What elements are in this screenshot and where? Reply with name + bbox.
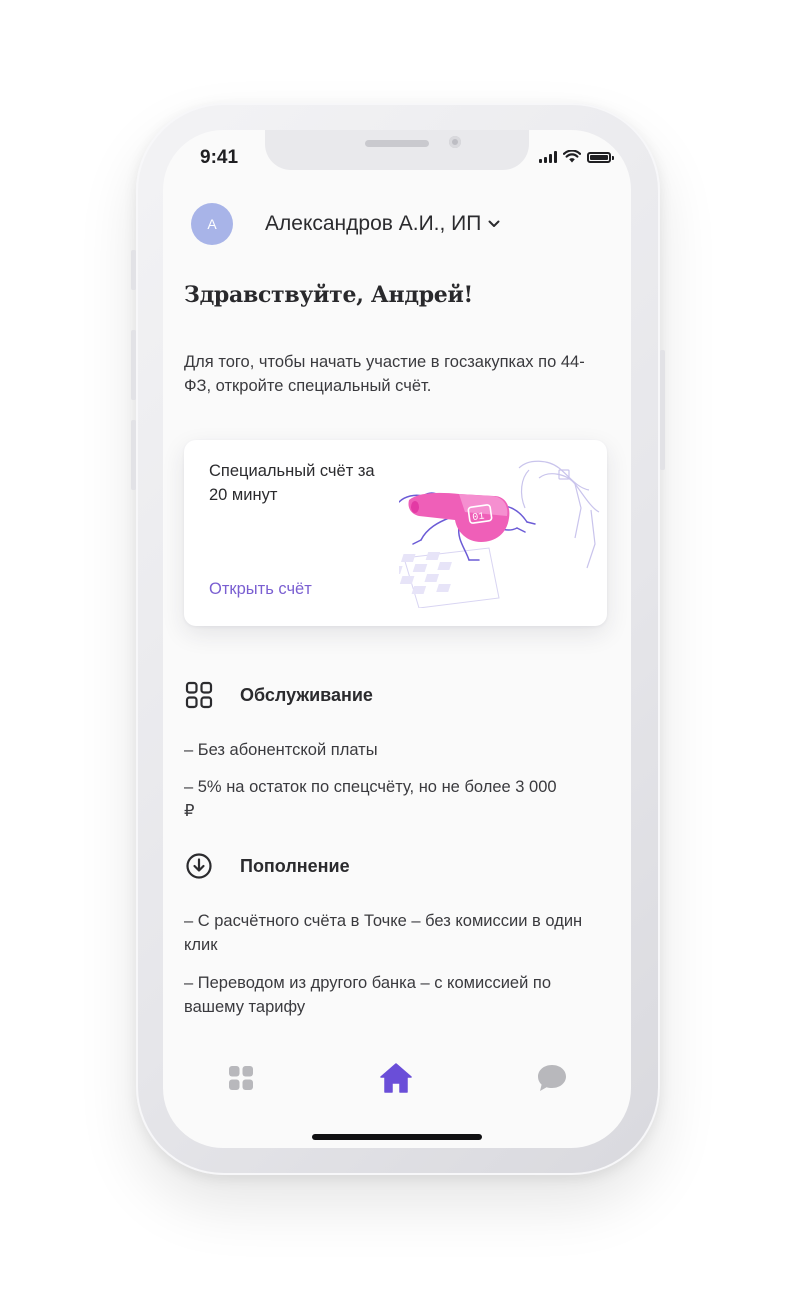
speaker [365,140,429,147]
tab-bar [163,1058,631,1098]
phone-side-button [131,250,136,290]
open-account-link[interactable]: Открыть счёт [209,580,312,599]
apps-icon [229,1066,253,1090]
background-horses [518,460,600,569]
section-title: Обслуживание [240,684,373,705]
checkered-track [399,547,500,608]
grid-icon [185,681,213,709]
tab-home[interactable] [376,1058,416,1098]
section-title: Пополнение [240,855,350,876]
section-service-header: Обслуживание [184,680,373,710]
camera [449,136,461,148]
phone-side-button [131,330,136,400]
intro-text: Для того, чтобы начать участие в госзаку… [184,353,585,395]
racing-whistle-illustration: 01 [399,460,600,608]
wifi-icon [563,150,581,163]
account-switcher[interactable]: A Александров А.И., ИП [191,203,501,245]
phone-screen: 9:41 A Александров А.И., ИП Здравствуйте… [163,130,631,1148]
section-topup-header: Пополнение [184,851,350,881]
notch [265,130,529,170]
card-title: Специальный счёт за 20 минут [209,462,375,504]
phone-side-button [131,420,136,490]
chat-icon [538,1065,566,1091]
download-circle-icon [186,853,212,879]
phone-power-button [660,350,665,470]
list-item: – 5% на остаток по спецсчёту, но не боле… [184,778,557,820]
battery-icon [587,152,614,163]
chevron-down-icon [488,220,500,227]
whistle-badge-text: 01 [472,511,485,524]
home-icon [380,1063,412,1093]
status-icons [539,150,614,163]
special-account-card[interactable]: Специальный счёт за 20 минут Открыть счё… [184,440,607,626]
list-item: – Без абонентской платы [184,741,378,759]
list-item: – Переводом из другого банка – с комисси… [184,974,552,1016]
list-item: – С расчётного счёта в Точке – без комис… [184,912,583,954]
avatar: A [191,203,233,245]
home-indicator [312,1134,482,1140]
status-time: 9:41 [200,147,239,168]
account-name: Александров А.И., ИП [265,212,482,235]
signal-icon [539,151,557,163]
tab-chat[interactable] [532,1058,572,1098]
tab-apps[interactable] [221,1058,261,1098]
greeting-title: Здравствуйте, Андрей! [184,282,473,308]
